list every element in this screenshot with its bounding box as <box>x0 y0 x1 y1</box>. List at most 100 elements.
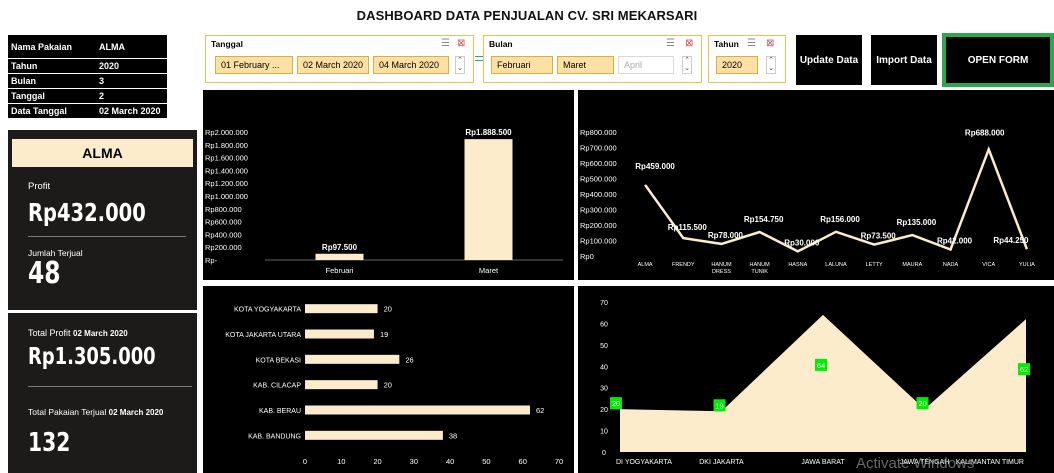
multi-select-icon[interactable]: ☰ <box>747 38 756 49</box>
y-tick-label: 50 <box>600 343 608 350</box>
info-key: Tanggal <box>11 91 45 101</box>
x-tick-label: DKI JAKARTA <box>699 459 744 466</box>
clear-filter-icon[interactable]: ⊠ <box>766 38 774 49</box>
x-tick-label: 30 <box>410 457 418 466</box>
y-tick-label: Rp300.000 <box>580 206 617 215</box>
info-value: 2020 <box>99 61 120 71</box>
slicer-item[interactable]: Maret <box>557 56 614 74</box>
slicer-item[interactable]: April <box>618 56 674 74</box>
slicer-item[interactable]: Februari <box>491 56 553 74</box>
data-label: Rp156.000 <box>820 215 860 224</box>
info-row: Nama Pakaian ALMA <box>8 35 167 59</box>
info-value: 3 <box>99 76 105 86</box>
y-tick-label: Rp100.000 <box>580 237 617 246</box>
y-tick-label: Rp800.000 <box>580 128 617 137</box>
import-data-button[interactable]: Import Data <box>871 35 937 85</box>
data-label: 20 <box>918 399 926 408</box>
slicer-item[interactable]: 02 March 2020 <box>297 56 369 74</box>
slicer-tahun[interactable]: Tahun ☰ ⊠ 2020 ⌃ ⌄ <box>708 35 786 83</box>
bar <box>305 430 443 440</box>
data-label: 19 <box>380 330 388 339</box>
total-profit-date: 02 March 2020 <box>73 329 128 338</box>
x-tick-label: YULIA <box>1019 262 1035 268</box>
data-label: Rp135.000 <box>897 218 937 227</box>
multi-select-icon[interactable]: ☰ <box>441 38 450 49</box>
open-form-button[interactable]: OPEN FORM <box>942 33 1054 87</box>
scroll-arrows-icon[interactable]: ⌃ ⌄ <box>766 56 776 74</box>
divider <box>28 386 192 387</box>
x-tick-label: 60 <box>519 457 527 466</box>
slicer-item[interactable]: 01 February ... <box>215 56 293 74</box>
slicer-item[interactable]: 2020 <box>716 56 758 74</box>
bar <box>305 380 378 390</box>
y-tick-label: 60 <box>600 321 608 328</box>
data-label: Rp459.000 <box>635 162 675 171</box>
product-profit-svg: Rp0 Rp100.000 Rp200.000 Rp300.000 Rp400.000 R… <box>580 128 1035 275</box>
total-sold-label: Total Pakaian Terjual 02 March 2020 <box>28 407 163 417</box>
data-label: Rp154.750 <box>744 215 784 224</box>
total-profit-label: Total Profit 02 March 2020 <box>28 328 128 338</box>
info-key: Bulan <box>11 76 37 86</box>
x-tick-label: FRENDY <box>672 262 695 268</box>
y-tick-label: KAB. BERAU <box>259 408 301 415</box>
y-tick-label: Rp1.600.000 <box>205 154 248 163</box>
y-tick-label: Rp800.000 <box>205 205 242 214</box>
total-sold-label-text: Total Pakaian Terjual <box>28 407 107 417</box>
province-sales-chart: 0 10 20 30 40 50 60 70 20 DI YOGYAKARTA 19 DKI JAKA… <box>578 286 1054 473</box>
x-tick-label: Maret <box>479 266 499 275</box>
bar <box>464 139 513 260</box>
multi-select-icon[interactable]: ☰ <box>666 38 675 49</box>
clear-filter-icon[interactable]: ⊠ <box>685 38 693 49</box>
divider <box>28 236 186 237</box>
info-row: Bulan 3 <box>8 74 167 89</box>
activation-watermark: Activate Windows <box>856 455 975 472</box>
total-sold-value: 132 <box>28 428 71 458</box>
x-tick-label: 0 <box>303 457 307 466</box>
city-sales-chart: 0 10 20 30 40 50 60 70 20 KOTA YOGYAKARTA 19 KOTA J… <box>203 286 574 473</box>
total-sold-date: 02 March 2020 <box>108 408 164 417</box>
scroll-arrows-icon[interactable]: ⌃ ⌄ <box>455 56 465 74</box>
x-tick-label: JAWA BARAT <box>801 459 845 466</box>
data-label: 20 <box>384 381 392 390</box>
y-tick-label: Rp1.200.000 <box>205 179 248 188</box>
area-series <box>620 314 1026 452</box>
data-label: 62 <box>536 406 544 415</box>
data-label: Rp42.000 <box>937 236 973 245</box>
city-sales-svg: 0 10 20 30 40 50 60 70 20 KOTA YOGYAKARTA 19 KOTA J… <box>225 304 563 466</box>
clear-filter-icon[interactable]: ⊠ <box>457 38 465 49</box>
x-tick-label: HANUM <box>711 262 732 268</box>
slicer-header: Tanggal <box>211 39 243 49</box>
data-label: 62 <box>1020 365 1028 374</box>
slicer-bulan[interactable]: Bulan ☰ ⊠ Februari Maret April ⌃ ⌄ <box>483 35 702 83</box>
x-tick-label: HASNA <box>788 262 807 268</box>
data-label: 20 <box>612 399 620 408</box>
y-tick-label: Rp700.000 <box>580 144 617 153</box>
y-tick-label: Rp600.000 <box>205 218 242 227</box>
y-tick-label: Rp1.800.000 <box>205 141 248 150</box>
update-data-button[interactable]: Update Data <box>796 35 862 85</box>
y-tick-label: Rp600.000 <box>580 159 617 168</box>
scroll-arrows-icon[interactable]: ⌃ ⌄ <box>682 56 692 74</box>
info-row: Tanggal 2 <box>8 89 167 104</box>
x-tick-label: MAURA <box>902 262 922 268</box>
bar <box>305 329 374 339</box>
monthly-profit-chart: Rp- Rp200.000 Rp400.000 Rp600.000 Rp800.000 R… <box>203 90 574 280</box>
y-tick-label: Rp200.000 <box>205 243 242 252</box>
data-label: Rp115.500 <box>668 223 708 232</box>
y-tick-label: 40 <box>600 364 608 371</box>
slicer-tanggal[interactable]: Tanggal ☰ ⊠ 01 February ... 02 March 202… <box>205 35 474 83</box>
y-tick-label: Rp0 <box>580 252 594 261</box>
slicer-item[interactable]: 04 March 2020 <box>373 56 449 74</box>
y-tick-label: Rp500.000 <box>580 175 617 184</box>
x-tick-label: VICA <box>982 262 995 268</box>
info-key: Tahun <box>11 61 38 71</box>
dashboard-title: DASHBOARD DATA PENJUALAN CV. SRI MEKARSA… <box>356 8 698 23</box>
monthly-profit-svg: Rp- Rp200.000 Rp400.000 Rp600.000 Rp800.000 R… <box>205 128 563 275</box>
info-key: Nama Pakaian <box>11 41 73 52</box>
y-tick-label: Rp400.000 <box>205 230 242 239</box>
y-tick-label: 20 <box>600 407 608 414</box>
y-tick-label: Rp400.000 <box>580 190 617 199</box>
x-tick-label: TUNIK <box>751 269 768 275</box>
x-tick-label: 70 <box>555 457 563 466</box>
info-value: 02 March 2020 <box>99 106 161 116</box>
